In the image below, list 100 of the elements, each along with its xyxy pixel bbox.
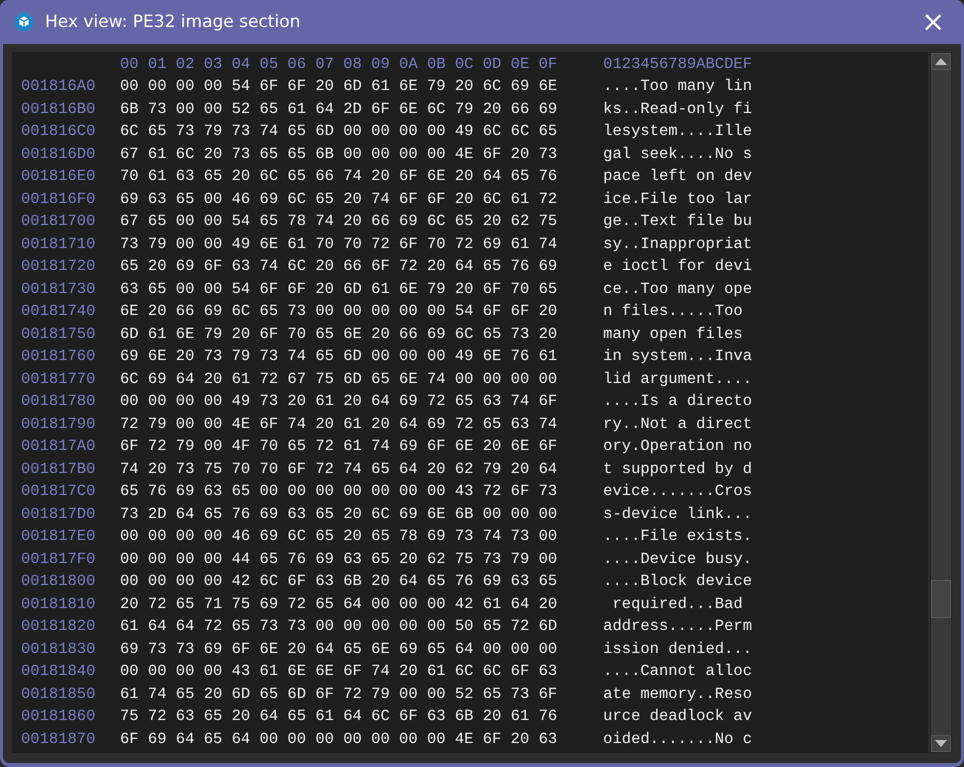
hex-bytes: 72 79 00 00 4E 6F 74 20 61 20 64 69 72 65 63 74 (120, 414, 558, 433)
row-address: 00181740 (21, 302, 96, 320)
row-address: 001817A0 (21, 437, 96, 456)
ascii-text: ice.File too lar (603, 190, 752, 208)
ascii-text: sy..Inappropriat (603, 234, 752, 253)
hex-bytes: 00 00 00 00 46 69 6C 65 20 65 78 69 73 74 73 00 (120, 527, 558, 546)
row-address: 00181860 (21, 707, 96, 726)
ascii-text: t supported by d (603, 460, 752, 478)
ascii-text: ate memory..Reso (603, 684, 752, 703)
hex-bytes: 00 00 00 00 44 65 76 69 63 65 20 62 75 73 79 00 (120, 550, 558, 568)
ascii-text: n files.....Too (603, 302, 744, 320)
row-address: 001816B0 (21, 100, 96, 118)
row-address: 00181870 (21, 730, 96, 748)
ascii-text: ce..Too many ope (603, 280, 752, 298)
ascii-text: ....Too many lin (603, 77, 752, 96)
row-address: 00181770 (21, 370, 96, 388)
ascii-text: ks..Read-only fi (603, 100, 752, 118)
ascii-text: urce deadlock av (603, 707, 752, 726)
row-address: 001816A0 (21, 77, 96, 96)
hex-bytes: 67 65 00 00 54 65 78 74 20 66 69 6C 65 20 62 75 (120, 212, 558, 230)
hex-bytes: 63 65 00 00 54 6F 6F 20 6D 61 6E 79 20 6F 70 65 (120, 280, 558, 298)
close-button[interactable]: × (914, 8, 953, 36)
row-address: 001817C0 (21, 482, 96, 500)
ascii-text: e ioctl for devi (603, 257, 752, 276)
row-address: 00181780 (21, 392, 96, 410)
row-address: 001816F0 (21, 190, 96, 208)
hex-bytes: 65 20 69 6F 63 74 6C 20 66 6F 72 20 64 65 76 69 (120, 257, 558, 276)
scroll-down-button[interactable] (931, 735, 951, 752)
row-address: 00181820 (21, 617, 96, 636)
ascii-text: evice.......Cros (603, 482, 752, 500)
hex-bytes: 00 00 00 00 43 61 6E 6E 6F 74 20 61 6C 6C 6F 63 (120, 662, 558, 680)
hex-bytes: 6B 73 00 00 52 65 61 64 2D 6F 6E 6C 79 20 66 69 (120, 100, 558, 118)
row-address: 00181830 (21, 640, 96, 658)
hex-bytes: 69 73 73 69 6F 6E 20 64 65 6E 69 65 64 00 00 00 (120, 640, 558, 658)
hex-bytes: 75 72 63 65 20 64 65 61 64 6C 6F 63 6B 20 61 76 (120, 707, 558, 726)
hex-bytes: 6D 61 6E 79 20 6F 70 65 6E 20 66 69 6C 65 73 20 (120, 324, 558, 343)
row-address: 00181760 (21, 347, 96, 366)
row-address: 00181700 (21, 212, 96, 230)
ascii-text: s-device link... (603, 504, 752, 523)
ascii-text: in system...Inva (603, 347, 752, 366)
hex-bytes: 00 00 00 00 49 73 20 61 20 64 69 72 65 63 74 6F (120, 392, 558, 410)
ascii-text: gal seek....No s (603, 144, 752, 163)
hex-bytes: 6C 69 64 20 61 72 67 75 6D 65 6E 74 00 00 00 00 (120, 370, 558, 388)
ascii-text: lesystem....Ille (603, 122, 752, 140)
scroll-up-button[interactable] (931, 53, 951, 70)
ascii-text: ....Device busy. (603, 550, 752, 568)
row-address: 00181810 (21, 594, 96, 613)
hex-bytes: 00 00 00 00 42 6C 6F 63 6B 20 64 65 76 69 63 65 (120, 572, 558, 590)
row-address: 001816D0 (21, 144, 96, 163)
vertical-scrollbar[interactable] (930, 52, 952, 753)
cube-gear-icon (13, 11, 35, 33)
hex-bytes: 61 64 64 72 65 73 73 00 00 00 00 00 50 65 72 6D (120, 617, 558, 636)
column-offsets: 00 01 02 03 04 05 06 07 08 09 0A 0B 0C 0D 0E 0F (120, 55, 558, 73)
ascii-text: oided.......No c (603, 730, 752, 748)
hex-bytes: 6C 65 73 79 73 74 65 6D 00 00 00 00 49 6C 6C 65 (120, 122, 558, 140)
hex-bytes: 00 00 00 00 54 6F 6F 20 6D 61 6E 79 20 6C 69 6E (120, 77, 558, 96)
row-address: 001816E0 (21, 167, 96, 186)
row-address: 001817E0 (21, 527, 96, 546)
hex-bytes: 73 79 00 00 49 6E 61 70 70 72 6F 70 72 69 61 74 (120, 234, 558, 253)
triangle-down-icon (935, 740, 947, 747)
hex-bytes: 73 2D 64 65 76 69 63 65 20 6C 69 6E 6B 00 00 00 (120, 504, 558, 523)
ascii-text: many open files (603, 324, 744, 343)
hex-bytes: 65 76 69 63 65 00 00 00 00 00 00 00 43 72 6F 73 (120, 482, 558, 500)
row-address: 00181710 (21, 234, 96, 253)
hex-bytes: 74 20 73 75 70 70 6F 72 74 65 64 20 62 79 20 64 (120, 460, 558, 478)
hex-bytes: 69 63 65 00 46 69 6C 65 20 74 6F 6F 20 6C 61 72 (120, 190, 558, 208)
hex-bytes: 20 72 65 71 75 69 72 65 64 00 00 00 42 61 64 20 (120, 594, 558, 613)
ascii-text: ory.Operation no (603, 437, 752, 456)
hex-bytes: 67 61 6C 20 73 65 65 6B 00 00 00 00 4E 6F 20 73 (120, 144, 558, 163)
ascii-text: ....Is a directo (603, 392, 752, 410)
row-address: 00181790 (21, 414, 96, 433)
hex-bytes: 70 61 63 65 20 6C 65 66 74 20 6F 6E 20 64 65 76 (120, 167, 558, 186)
hex-bytes: 61 74 65 20 6D 65 6D 6F 72 79 00 00 52 65 73 6F (120, 684, 558, 703)
ascii-text: ry..Not a direct (603, 414, 752, 433)
window-title: Hex view: PE32 image section (45, 12, 302, 32)
triangle-up-icon (935, 58, 947, 65)
ascii-text: pace left on dev (603, 167, 752, 186)
row-address: 00181850 (21, 684, 96, 703)
row-address: 00181840 (21, 662, 96, 680)
ascii-text: required...Bad (611, 594, 744, 613)
ascii-text: ission denied... (603, 640, 752, 658)
row-address: 001817B0 (21, 460, 96, 478)
row-address: 00181730 (21, 280, 96, 298)
ascii-text: address.....Perm (603, 617, 752, 636)
ascii-header: 0123456789ABCDEF (603, 55, 752, 73)
ascii-text: ge..Text file bu (603, 212, 752, 230)
row-address: 00181720 (21, 257, 96, 276)
row-address: 001817D0 (21, 504, 96, 523)
ascii-text: ....Cannot alloc (603, 662, 752, 680)
row-address: 001816C0 (21, 122, 96, 140)
hex-bytes: 6F 69 64 65 64 00 00 00 00 00 00 00 4E 6F 20 63 (120, 730, 558, 748)
ascii-text: ....Block device (603, 572, 752, 590)
row-address: 001817F0 (21, 550, 96, 568)
hex-bytes: 6F 72 79 00 4F 70 65 72 61 74 69 6F 6E 20 6E 6F (120, 437, 558, 456)
ascii-text: lid argument.... (603, 370, 752, 388)
row-address: 00181800 (21, 572, 96, 590)
hex-bytes: 6E 20 66 69 6C 65 73 00 00 00 00 00 54 6F 6F 20 (120, 302, 558, 320)
ascii-text: ....File exists. (603, 527, 752, 546)
hex-bytes: 69 6E 20 73 79 73 74 65 6D 00 00 00 49 6E 76 61 (120, 347, 558, 366)
scroll-thumb[interactable] (931, 580, 951, 618)
